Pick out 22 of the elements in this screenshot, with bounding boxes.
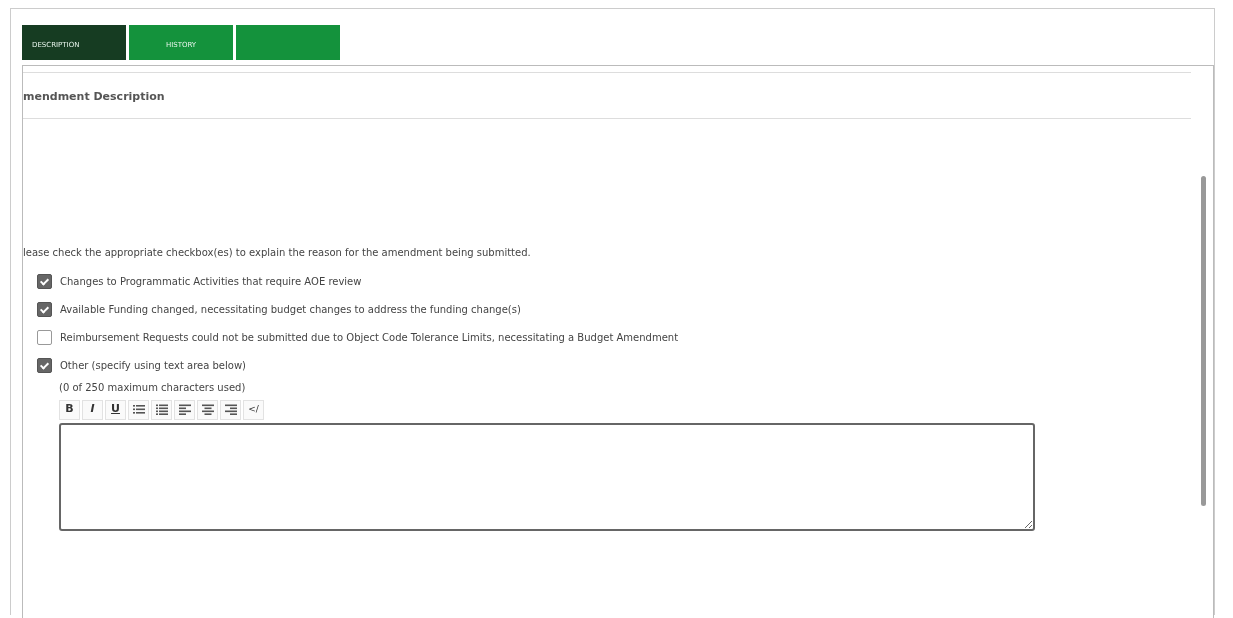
checkbox[interactable] bbox=[37, 358, 52, 373]
underline-button[interactable]: U bbox=[105, 399, 126, 420]
checkbox[interactable] bbox=[37, 330, 52, 345]
section-heading: mendment Description bbox=[23, 89, 166, 105]
scrollbar-thumb[interactable] bbox=[1201, 176, 1206, 506]
character-counter: (0 of 250 maximum characters used) bbox=[59, 380, 247, 395]
align-right-icon[interactable] bbox=[220, 399, 241, 420]
checkbox-label: Changes to Programmatic Activities that require AOE review bbox=[60, 275, 362, 289]
instruction-text: lease check the appropriate checkbox(es) to explain the reason for the amendment being submitted. bbox=[23, 245, 532, 260]
align-left-icon[interactable] bbox=[174, 399, 195, 420]
checkbox[interactable] bbox=[37, 274, 52, 289]
numbered-list-icon[interactable] bbox=[151, 399, 172, 420]
checkbox[interactable] bbox=[37, 302, 52, 317]
italic-button[interactable]: I bbox=[82, 399, 103, 420]
text-area[interactable] bbox=[59, 422, 1035, 531]
bold-button[interactable]: B bbox=[59, 399, 80, 420]
checkbox-label: Other (specify using text area below) bbox=[60, 359, 246, 373]
checkbox-label: Available Funding changed, necessitating budget changes to address the funding change(s) bbox=[60, 303, 521, 317]
align-center-icon[interactable] bbox=[197, 399, 218, 420]
code-button[interactable]: </ bbox=[243, 399, 264, 420]
list-icon[interactable] bbox=[128, 399, 149, 420]
checkbox-label: Reimbursement Requests could not be submitted due to Object Code Tolerance Limits, necessitating a Budget Amendment bbox=[60, 331, 679, 345]
